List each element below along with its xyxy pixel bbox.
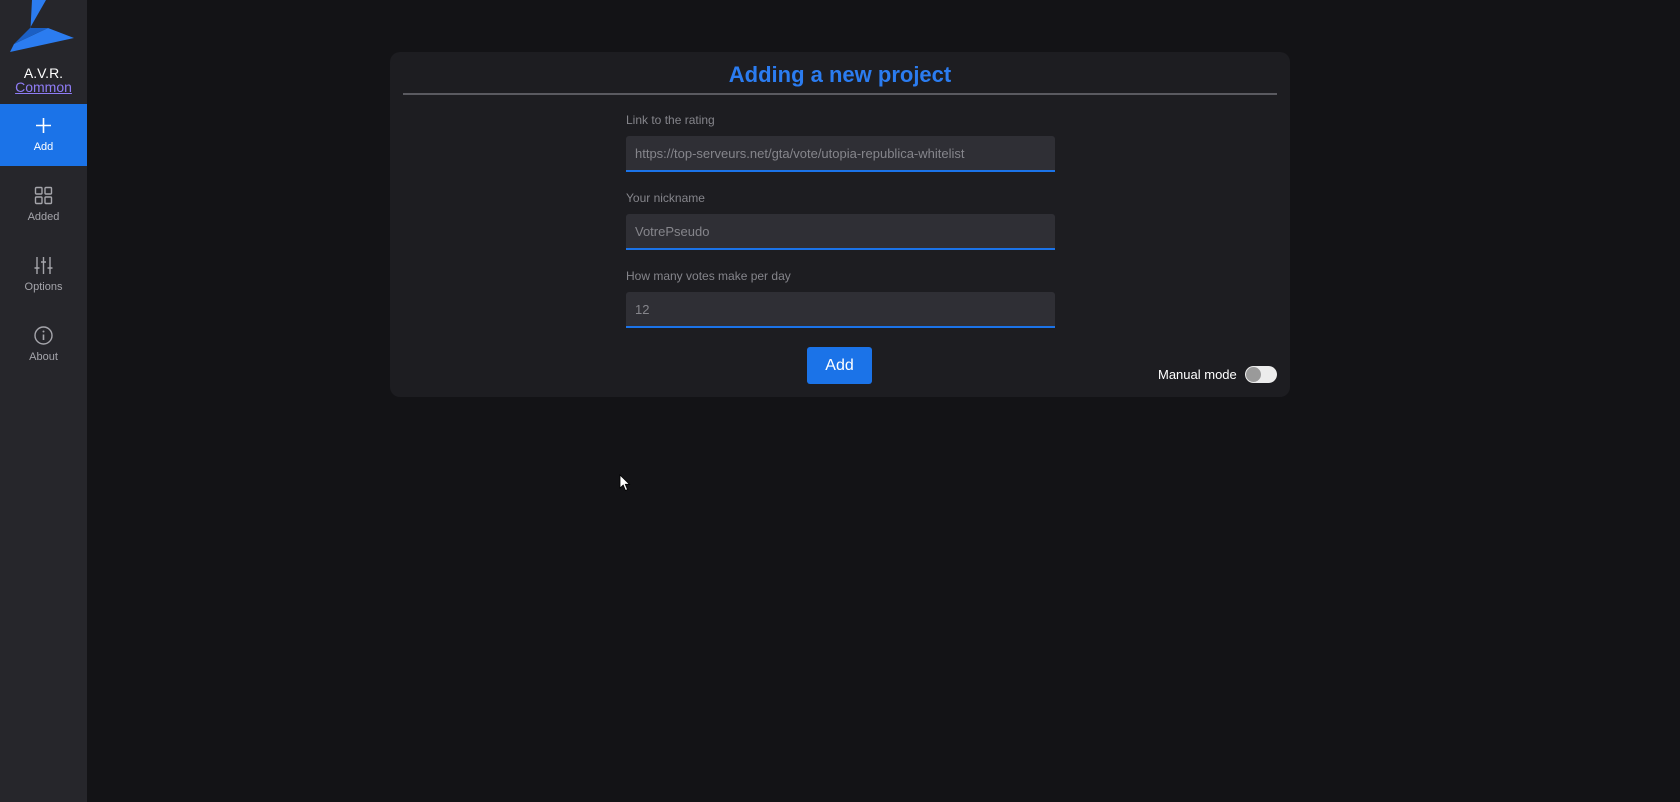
nav-item-add[interactable]: Add [0,104,87,166]
rating-link-label: Link to the rating [626,113,715,127]
nickname-label: Your nickname [626,191,705,205]
brand-common-link[interactable]: Common [0,80,87,94]
add-project-button[interactable]: Add [807,347,872,384]
plus-icon [36,118,51,133]
manual-mode-toggle[interactable] [1245,366,1277,383]
rating-link-input[interactable] [626,136,1055,172]
grid-icon [34,186,53,205]
brand-name: A.V.R. [23,65,64,81]
avr-logo [10,0,74,52]
manual-mode-label: Manual mode [1158,367,1237,382]
new-project-card: Adding a new project Link to the rating … [390,52,1290,397]
nav-item-label: About [29,351,58,363]
nav-item-label: Add [33,141,54,153]
info-icon [34,326,53,345]
toggle-knob [1246,367,1261,382]
title-divider [403,93,1277,95]
page-title: Adding a new project [728,62,952,87]
sliders-icon [34,257,53,274]
votes-per-day-label: How many votes make per day [626,269,791,283]
nav-item-options[interactable]: Options [0,244,87,306]
sidebar: A.V.R. Common Add Added Options About [0,0,87,802]
nav-item-added[interactable]: Added [0,174,87,236]
nav-item-label: Added [27,211,60,223]
votes-per-day-input[interactable] [626,292,1055,328]
nav-item-label: Options [24,281,63,293]
nickname-input[interactable] [626,214,1055,250]
nav-item-about[interactable]: About [0,314,87,376]
mouse-pointer-icon [619,474,631,492]
